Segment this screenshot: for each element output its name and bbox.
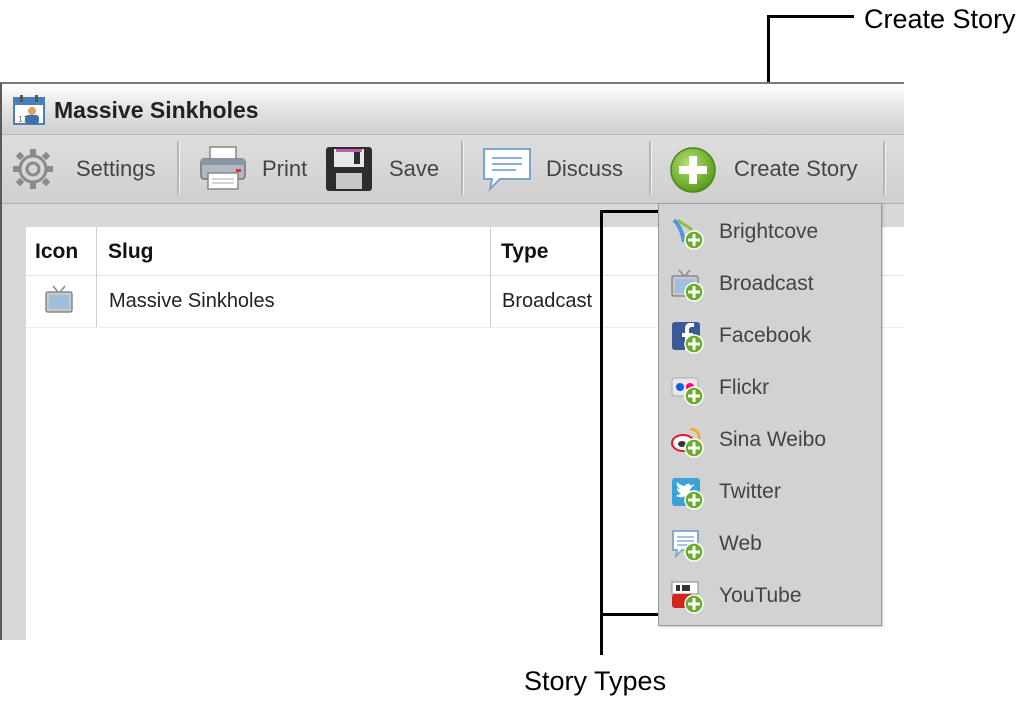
plus-add-icon	[670, 147, 716, 193]
title-bar: 11 Massive Sinkholes	[2, 84, 904, 135]
printer-icon	[200, 146, 246, 190]
menu-item-label: YouTube	[719, 584, 802, 607]
broadcast-add-icon	[671, 269, 704, 302]
floppy-disk-icon	[326, 147, 372, 191]
toolbar-separator	[649, 141, 652, 195]
settings-button[interactable]: Settings	[6, 141, 170, 197]
menu-item-label: Sina Weibo	[719, 428, 827, 451]
print-label: Print	[262, 156, 308, 181]
annotation-bracket-bottom	[600, 613, 658, 616]
menu-item-twitter[interactable]: Twitter	[659, 466, 881, 518]
column-header-slug[interactable]: Slug	[108, 240, 154, 264]
menu-item-label: Flickr	[719, 376, 770, 399]
save-label: Save	[389, 156, 440, 181]
facebook-add-icon	[672, 322, 704, 354]
flickr-add-icon	[671, 377, 704, 406]
menu-item-broadcast[interactable]: Broadcast	[659, 258, 881, 310]
annotation-bracket-vertical	[600, 210, 603, 655]
print-button[interactable]: Print	[194, 141, 314, 197]
menu-item-label: Broadcast	[719, 272, 814, 295]
menu-item-sina-weibo[interactable]: Sina Weibo	[659, 414, 881, 466]
create-story-button[interactable]: Create Story	[664, 141, 874, 197]
calendar-person-icon: 11	[13, 95, 45, 125]
save-button[interactable]: Save	[322, 141, 450, 197]
discuss-button[interactable]: Discuss	[476, 141, 636, 197]
menu-item-label: Twitter	[719, 480, 781, 503]
menu-item-brightcove[interactable]: Brightcove	[659, 206, 881, 258]
toolbar: Settings Print Save Discuss Create Story	[2, 135, 904, 204]
menu-item-youtube[interactable]: YouTube	[659, 570, 881, 622]
menu-item-facebook[interactable]: Facebook	[659, 310, 881, 362]
twitter-add-icon	[672, 478, 704, 510]
annotation-line-create-horizontal	[768, 15, 854, 18]
toolbar-separator	[461, 141, 464, 195]
row-type: Broadcast	[502, 290, 593, 312]
youtube-add-icon	[671, 581, 704, 614]
menu-item-label: Web	[719, 532, 762, 555]
toolbar-separator	[883, 141, 886, 195]
menu-item-label: Brightcove	[719, 220, 819, 243]
menu-item-label: Facebook	[719, 324, 812, 347]
speech-bubble-icon	[483, 148, 531, 193]
toolbar-separator	[177, 141, 180, 195]
annotation-create-story: Create Story	[864, 4, 1016, 34]
brightcove-add-icon	[672, 218, 704, 250]
settings-label: Settings	[76, 156, 156, 181]
broadcast-tv-icon	[45, 285, 73, 313]
row-slug: Massive Sinkholes	[109, 290, 275, 312]
annotation-story-types: Story Types	[524, 666, 667, 696]
gear-icon	[13, 149, 53, 189]
column-header-type[interactable]: Type	[501, 240, 548, 264]
window-title: Massive Sinkholes	[54, 97, 259, 123]
menu-item-flickr[interactable]: Flickr	[659, 362, 881, 414]
annotation-bracket-top	[600, 210, 658, 213]
create-story-label: Create Story	[734, 156, 858, 181]
discuss-label: Discuss	[546, 156, 624, 181]
sina-weibo-add-icon	[671, 427, 704, 458]
column-header-icon[interactable]: Icon	[35, 240, 78, 264]
svg-text:11: 11	[18, 115, 28, 124]
story-types-menu: Brightcove Broadcast Facebook Flickr Sin…	[658, 203, 882, 626]
menu-item-web[interactable]: Web	[659, 518, 881, 570]
web-add-icon	[672, 530, 704, 562]
